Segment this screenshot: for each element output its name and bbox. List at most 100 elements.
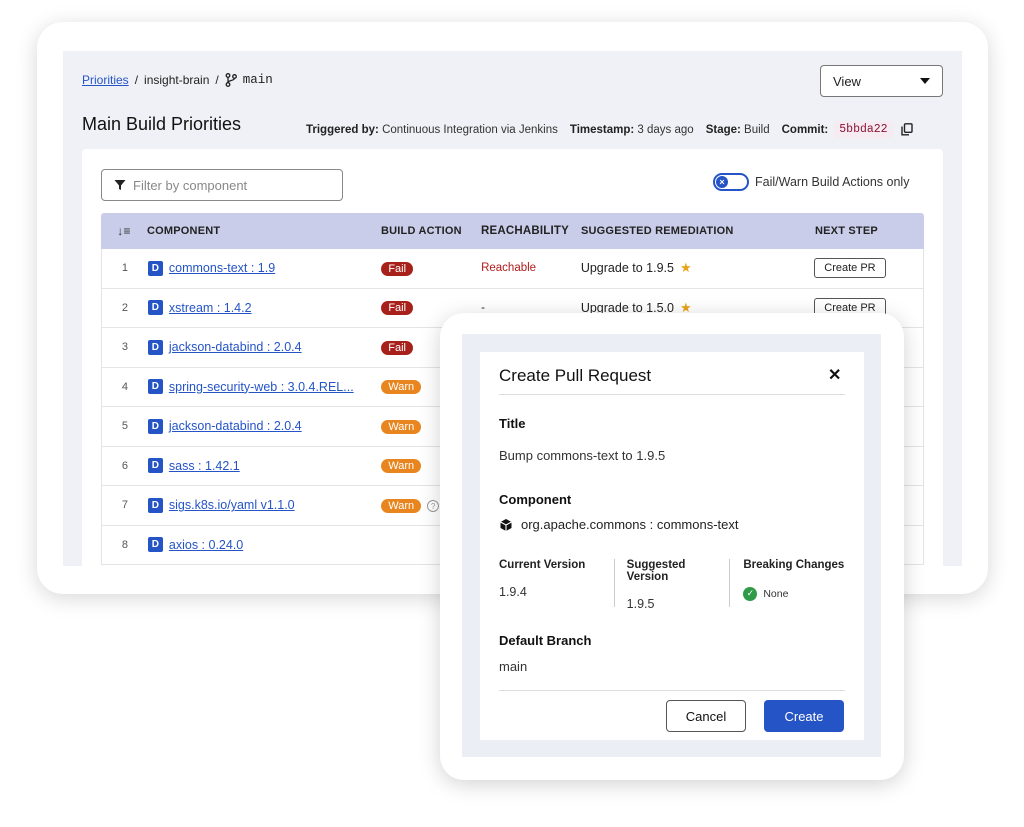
branch-name: main [242, 73, 273, 87]
component-link[interactable]: axios : 0.24.0 [169, 538, 243, 552]
table-header: ↓≡ COMPONENT BUILD ACTION REACHABILITY S… [101, 213, 924, 249]
timestamp-label: Timestamp: [569, 123, 635, 136]
modal-title: Create Pull Request [499, 366, 652, 385]
create-pr-modal: Create Pull Request ✕ Title Bump commons… [480, 352, 864, 740]
toggle-label: Fail/Warn Build Actions only [755, 175, 910, 189]
package-icon [500, 518, 512, 531]
stage-value: Build [744, 123, 770, 136]
timestamp-value: 3 days ago [637, 123, 694, 136]
build-meta: Triggered by: Continuous Integration via… [306, 121, 913, 138]
view-select-label: View [833, 73, 861, 89]
triggered-by-label: Triggered by: [306, 123, 379, 136]
fail-warn-toggle[interactable]: × [713, 173, 749, 191]
breadcrumb-separator: / [134, 73, 139, 87]
col-build-action[interactable]: BUILD ACTION [381, 225, 481, 237]
dependency-icon: D [147, 497, 163, 513]
dependency-icon: D [147, 418, 163, 434]
status-badge: Fail [381, 261, 414, 276]
component-row: org.apache.commons : commons-text [499, 517, 738, 532]
breaking-changes: Breaking Changes ✓ None [730, 559, 845, 607]
title-label: Title [499, 416, 526, 431]
status-badge: Warn [381, 380, 422, 395]
filter-icon [114, 180, 126, 190]
current-version-label: Current Version [499, 559, 586, 571]
remediation-text: Upgrade to 1.9.5 [580, 261, 674, 276]
col-component[interactable]: COMPONENT [147, 225, 381, 237]
row-number: 1 [121, 262, 128, 275]
commit-label: Commit: [781, 123, 829, 136]
stage-label: Stage: [705, 123, 741, 136]
divider [499, 394, 845, 395]
dependency-icon: D [147, 458, 163, 474]
breadcrumb: Priorities / insight-brain / main [82, 73, 273, 87]
status-badge: Warn [381, 459, 422, 474]
table-row: 1 Dcommons-text : 1.9 Fail Reachable Upg… [101, 249, 924, 289]
git-branch-icon [225, 73, 237, 87]
component-link[interactable]: commons-text : 1.9 [169, 261, 275, 275]
component-label: Component [499, 492, 572, 507]
default-branch-label: Default Branch [499, 633, 592, 648]
close-icon[interactable]: ✕ [828, 365, 841, 385]
help-icon[interactable]: ? [427, 500, 440, 513]
col-suggested-remediation[interactable]: SUGGESTED REMEDIATION [581, 225, 815, 237]
component-link[interactable]: xstream : 1.4.2 [169, 301, 252, 315]
breaking-changes-value: None [763, 587, 789, 600]
component-link[interactable]: spring-security-web : 3.0.4.REL... [169, 380, 354, 394]
dependency-icon: D [147, 379, 163, 395]
status-badge: Fail [381, 340, 413, 355]
create-button[interactable]: Create [764, 700, 844, 732]
component-link[interactable]: sigs.k8s.io/yaml v1.1.0 [169, 498, 295, 512]
status-badge: Warn [381, 419, 422, 434]
breadcrumb-separator: / [215, 73, 219, 87]
sort-icon[interactable]: ↓≡ [101, 224, 147, 238]
reachability-value: - [481, 301, 485, 314]
filter-input[interactable]: Filter by component [101, 169, 343, 201]
col-reachability[interactable]: REACHABILITY [481, 225, 581, 237]
commit: Commit: 5bbda22 [782, 121, 913, 138]
component-link[interactable]: jackson-databind : 2.0.4 [169, 419, 302, 433]
triggered-by-value: Continuous Integration via Jenkins [382, 123, 558, 136]
page-title: Main Build Priorities [82, 114, 242, 134]
fail-warn-toggle-group: × Fail/Warn Build Actions only [713, 173, 909, 191]
col-next-step[interactable]: NEXT STEP [815, 225, 924, 237]
breadcrumb-priorities-link[interactable]: Priorities [82, 73, 129, 87]
row-number: 8 [121, 538, 128, 551]
view-select[interactable]: View [820, 65, 943, 97]
timestamp: Timestamp: 3 days ago [570, 124, 694, 136]
default-branch-value: main [499, 659, 528, 674]
x-icon: × [716, 176, 728, 188]
breaking-changes-label: Breaking Changes [743, 559, 845, 571]
reachability-value: Reachable [481, 262, 537, 275]
dependency-icon: D [147, 339, 163, 355]
stage: Stage: Build [706, 124, 770, 136]
version-columns: Current Version 1.9.4 Suggested Version … [499, 559, 845, 611]
row-number: 6 [121, 459, 128, 472]
row-number: 7 [121, 499, 128, 512]
row-number: 3 [121, 341, 128, 354]
component-link[interactable]: jackson-databind : 2.0.4 [169, 340, 302, 354]
dependency-icon: D [147, 300, 163, 316]
filter-placeholder: Filter by component [133, 177, 248, 193]
row-number: 2 [121, 301, 128, 314]
dependency-icon: D [147, 260, 163, 276]
create-pr-button[interactable]: Create PR [814, 258, 886, 279]
row-number: 5 [121, 420, 128, 433]
divider [499, 690, 845, 691]
component-value: org.apache.commons : commons-text [521, 517, 739, 532]
commit-hash: 5bbda22 [834, 121, 893, 138]
copy-icon[interactable] [900, 123, 913, 136]
caret-down-icon [920, 78, 930, 84]
breaking-changes-status: ✓ None [743, 586, 789, 601]
component-link[interactable]: sass : 1.42.1 [169, 459, 240, 473]
suggested-version-value: 1.9.5 [626, 597, 655, 611]
suggested-version-label: Suggested Version [626, 559, 686, 583]
current-version-value: 1.9.4 [499, 585, 527, 599]
dependency-icon: D [147, 537, 163, 553]
status-badge: Warn [381, 498, 422, 513]
status-badge: Fail [381, 301, 414, 316]
star-icon: ★ [679, 260, 692, 276]
breadcrumb-project[interactable]: insight-brain [144, 73, 209, 87]
cancel-button[interactable]: Cancel [666, 700, 746, 732]
current-version: Current Version 1.9.4 [499, 559, 615, 607]
suggested-version: Suggested Version 1.9.5 [615, 559, 731, 611]
